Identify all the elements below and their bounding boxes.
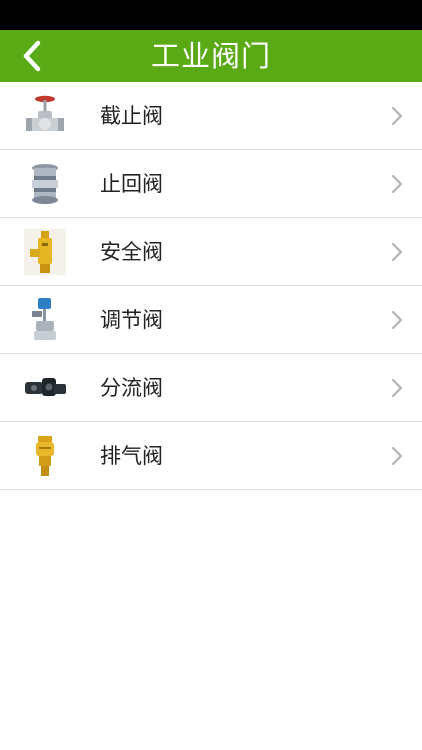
list-item-safety-valve[interactable]: 安全阀 <box>0 218 422 286</box>
list-item-label: 安全阀 <box>100 240 163 264</box>
chevron-right-icon <box>391 310 403 330</box>
chevron-right-icon <box>391 378 403 398</box>
list-item-check-valve[interactable]: 止回阀 <box>0 150 422 218</box>
diverter-valve-icon <box>22 365 68 411</box>
list-item-label: 调节阀 <box>100 308 163 332</box>
air-release-valve-icon <box>22 433 68 479</box>
page-title: 工业阀门 <box>150 39 271 73</box>
list-item-label: 排气阀 <box>100 444 163 468</box>
chevron-right-icon <box>391 446 403 466</box>
valve-category-list: 截止阀 止回阀 安全阀 调节阀 分流阀 排气阀 <box>0 82 422 490</box>
check-valve-icon <box>22 161 68 207</box>
list-item-label: 止回阀 <box>100 172 163 196</box>
chevron-right-icon <box>391 174 403 194</box>
navigation-bar: 工业阀门 <box>0 30 422 82</box>
list-item-air-release-valve[interactable]: 排气阀 <box>0 422 422 490</box>
list-item-control-valve[interactable]: 调节阀 <box>0 286 422 354</box>
status-bar <box>0 0 422 30</box>
globe-valve-icon <box>22 93 68 139</box>
list-item-globe-valve[interactable]: 截止阀 <box>0 82 422 150</box>
list-item-label: 分流阀 <box>100 376 163 400</box>
chevron-right-icon <box>391 242 403 262</box>
safety-valve-icon <box>22 229 68 275</box>
list-item-label: 截止阀 <box>100 104 163 128</box>
list-item-diverter-valve[interactable]: 分流阀 <box>0 354 422 422</box>
chevron-right-icon <box>391 106 403 126</box>
control-valve-icon <box>22 297 68 343</box>
